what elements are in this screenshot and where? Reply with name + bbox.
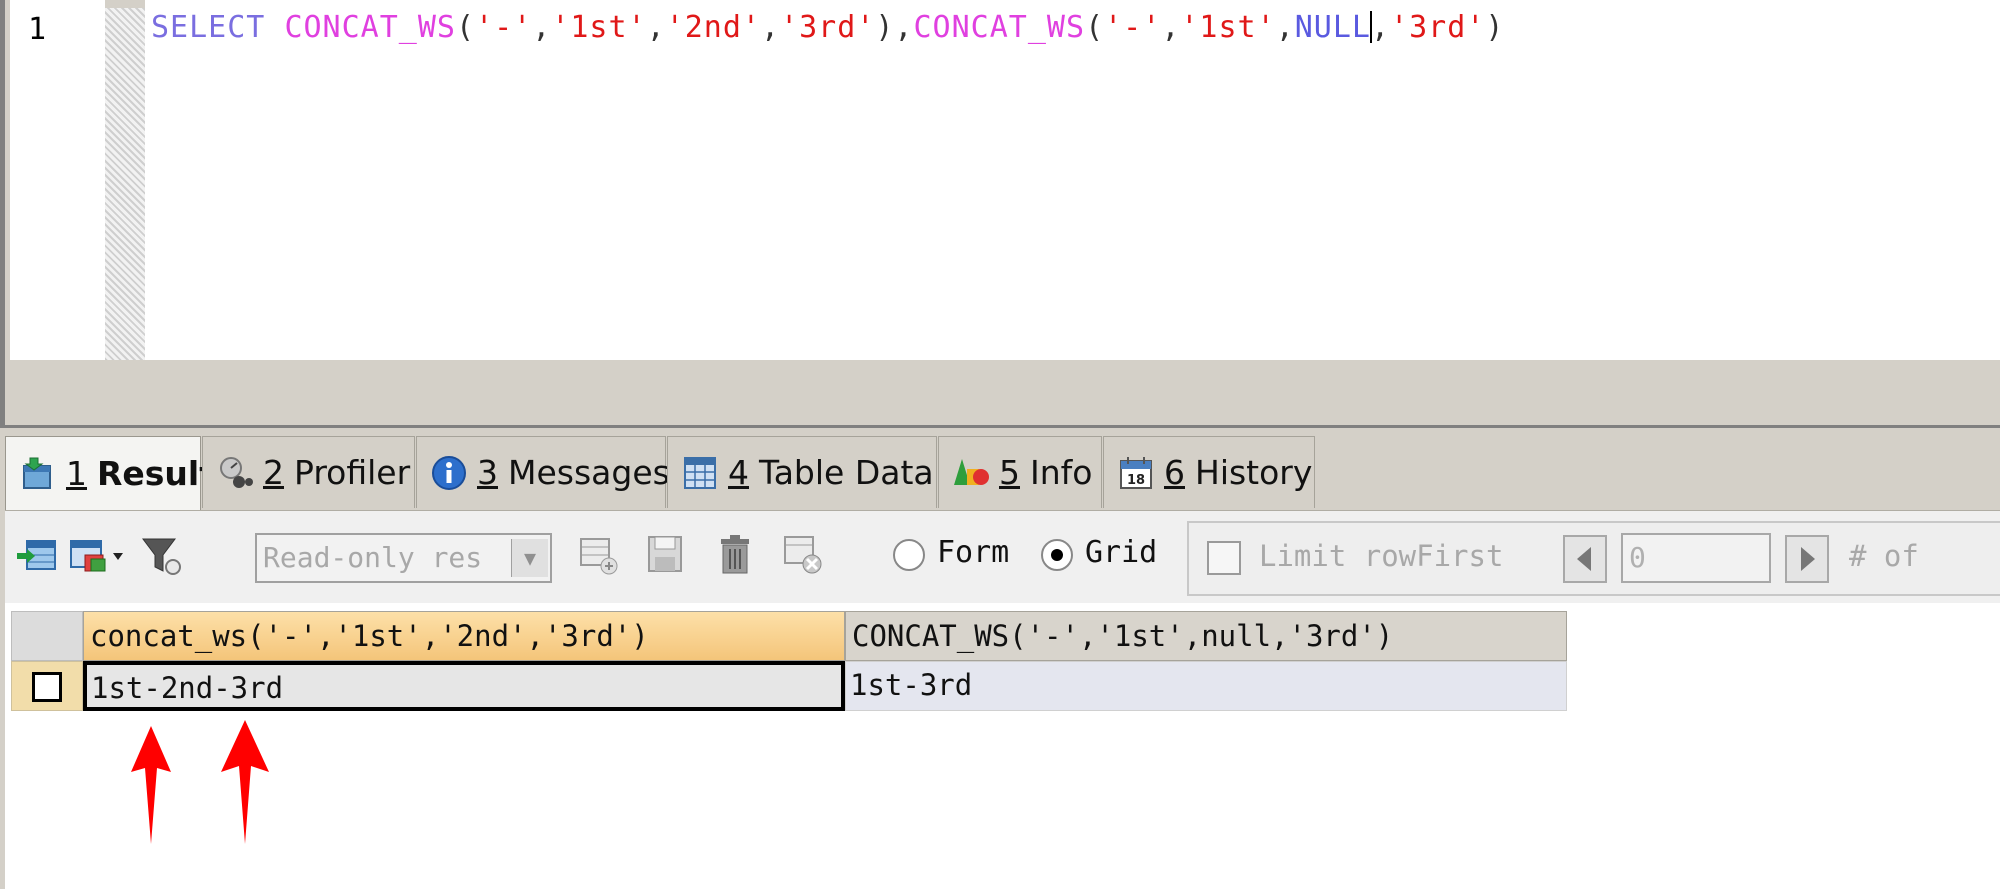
column-header[interactable]: concat_ws('-','1st','2nd','3rd') bbox=[83, 611, 845, 661]
cancel-changes-icon bbox=[784, 536, 822, 574]
code-token: ), bbox=[875, 10, 914, 45]
export-icon bbox=[17, 540, 56, 570]
readonly-select-value: Read-only res bbox=[263, 541, 483, 574]
tab-info[interactable]: 5 Info bbox=[938, 436, 1102, 508]
limit-rows-label: Limit rowFirst bbox=[1259, 539, 1504, 573]
code-token: , bbox=[1275, 10, 1295, 45]
code-token: SELECT bbox=[151, 10, 266, 45]
splitter[interactable] bbox=[0, 425, 2000, 428]
grid-cell-selected[interactable]: 1st-2nd-3rd bbox=[83, 661, 845, 711]
code-token: '-' bbox=[475, 10, 533, 45]
first-row-input[interactable]: 0 bbox=[1621, 533, 1771, 583]
copy-grid-menu-button[interactable] bbox=[67, 533, 127, 577]
add-row-icon bbox=[580, 538, 618, 575]
code-token: '3rd' bbox=[1390, 10, 1486, 45]
code-token: , bbox=[1371, 10, 1391, 45]
code-token: , bbox=[761, 10, 781, 45]
fold-margin bbox=[105, 8, 145, 360]
trash-icon bbox=[721, 535, 749, 574]
code-token: CONCAT_WS bbox=[284, 10, 456, 45]
row-selector[interactable] bbox=[11, 661, 83, 711]
tab-result[interactable]: 1 Result bbox=[5, 436, 215, 510]
tab-table-data-label: Table Data bbox=[759, 453, 934, 492]
code-area[interactable]: SELECT CONCAT_WS('-','1st','2nd','3rd'),… bbox=[145, 0, 2000, 360]
code-token: '2nd' bbox=[665, 10, 761, 45]
result-icon bbox=[20, 456, 56, 492]
code-token: , bbox=[1161, 10, 1181, 45]
next-page-button[interactable] bbox=[1785, 535, 1829, 583]
rows-count-label: # of bbox=[1849, 539, 1919, 573]
code-token: '3rd' bbox=[780, 10, 876, 45]
code-token: , bbox=[532, 10, 552, 45]
result-toolbar: Read-only res ▼ Form Grid Limit rowFirst… bbox=[5, 510, 2000, 604]
code-token: '-' bbox=[1104, 10, 1162, 45]
editor-footer bbox=[5, 360, 2000, 425]
limit-rows-group: Limit rowFirst 0 # of bbox=[1187, 521, 2000, 596]
row-checkbox[interactable] bbox=[32, 672, 62, 702]
tab-messages[interactable]: 3 Messages bbox=[416, 436, 670, 508]
calendar-icon: 18 bbox=[1118, 455, 1154, 491]
info-circle-icon bbox=[431, 455, 467, 491]
code-token: , bbox=[646, 10, 666, 45]
tab-history-label: History bbox=[1195, 453, 1313, 492]
red-arrow-annotation bbox=[221, 720, 269, 844]
limit-rows-checkbox[interactable] bbox=[1207, 541, 1241, 575]
triangle-left-icon bbox=[1577, 547, 1591, 571]
tab-history-number: 6 bbox=[1164, 453, 1185, 492]
column-header[interactable]: CONCAT_WS('-','1st',null,'3rd') bbox=[845, 611, 1567, 661]
grid-view-radio[interactable] bbox=[1041, 539, 1073, 571]
tab-history[interactable]: 18 6 History bbox=[1103, 436, 1315, 508]
tab-messages-number: 3 bbox=[477, 453, 498, 492]
save-icon bbox=[648, 536, 682, 572]
triangle-right-icon bbox=[1801, 547, 1815, 571]
filter-icon bbox=[142, 538, 181, 575]
filter-button[interactable] bbox=[139, 533, 183, 577]
form-view-label: Form bbox=[937, 535, 1010, 570]
tab-table-data-number: 4 bbox=[728, 453, 749, 492]
previous-page-button[interactable] bbox=[1563, 535, 1607, 583]
sql-editor[interactable]: 1 SELECT CONCAT_WS('-','1st','2nd','3rd'… bbox=[0, 0, 2000, 425]
line-number-gutter: 1 bbox=[10, 0, 105, 360]
grid-view-label: Grid bbox=[1085, 535, 1157, 570]
tab-profiler-label: Profiler bbox=[294, 453, 411, 492]
code-token: '1st' bbox=[1180, 10, 1276, 45]
cancel-changes-button[interactable] bbox=[781, 533, 825, 577]
delete-button[interactable] bbox=[713, 533, 757, 577]
tab-result-number: 1 bbox=[66, 454, 87, 493]
shapes-icon bbox=[953, 455, 989, 491]
table-icon bbox=[682, 455, 718, 491]
add-row-button[interactable] bbox=[577, 533, 621, 577]
code-token: ) bbox=[1485, 10, 1505, 45]
grid-cell[interactable]: 1st-3rd bbox=[845, 661, 1567, 711]
tab-profiler[interactable]: 2 Profiler bbox=[202, 436, 415, 508]
code-token: ( bbox=[456, 10, 476, 45]
chevron-down-icon: ▼ bbox=[511, 539, 548, 577]
code-token: ( bbox=[1085, 10, 1105, 45]
tab-messages-label: Messages bbox=[508, 453, 670, 492]
code-line[interactable]: SELECT CONCAT_WS('-','1st','2nd','3rd'),… bbox=[151, 10, 1504, 45]
tab-info-label: Info bbox=[1030, 453, 1093, 492]
code-token: '1st' bbox=[551, 10, 647, 45]
readonly-result-select[interactable]: Read-only res ▼ bbox=[255, 533, 552, 583]
tab-info-number: 5 bbox=[999, 453, 1020, 492]
grid-dropdown-icon bbox=[70, 540, 123, 572]
code-token: CONCAT_WS bbox=[913, 10, 1086, 45]
tab-result-label: Result bbox=[97, 454, 216, 493]
save-button[interactable] bbox=[643, 533, 687, 577]
code-token: NULL bbox=[1294, 10, 1371, 45]
tab-profiler-number: 2 bbox=[263, 453, 284, 492]
line-number: 1 bbox=[28, 12, 47, 47]
result-grid-area: concat_ws('-','1st','2nd','3rd') CONCAT_… bbox=[5, 603, 2000, 889]
form-view-radio[interactable] bbox=[893, 539, 925, 571]
profiler-icon bbox=[217, 455, 253, 491]
calendar-day: 18 bbox=[1127, 473, 1145, 488]
export-button[interactable] bbox=[15, 533, 59, 577]
result-tabs: 1 Result 2 Profiler 3 Messages 4 Table D… bbox=[5, 436, 2000, 510]
tab-table-data[interactable]: 4 Table Data bbox=[667, 436, 937, 508]
red-arrow-annotation bbox=[131, 726, 171, 844]
grid-corner[interactable] bbox=[11, 611, 83, 661]
